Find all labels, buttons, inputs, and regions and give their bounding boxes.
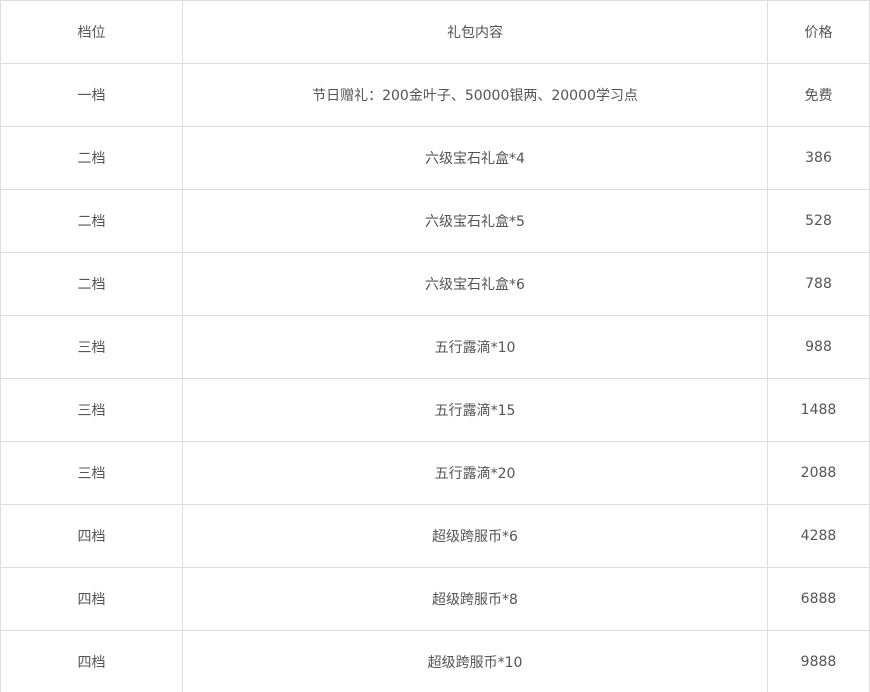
table-row: 一档 节日赠礼：200金叶子、50000银两、20000学习点 免费 [0,63,870,127]
price-cell: 6888 [767,567,870,631]
table-row: 二档 六级宝石礼盒*5 528 [0,189,870,253]
content-cell: 五行露滴*10 [182,315,768,379]
price-cell: 9888 [767,630,870,692]
table-header-row: 档位 礼包内容 价格 [0,0,870,64]
content-cell: 超级跨服币*8 [182,567,768,631]
price-cell: 788 [767,252,870,316]
table-row: 四档 超级跨服币*10 9888 [0,630,870,692]
content-cell: 超级跨服币*10 [182,630,768,692]
content-cell: 节日赠礼：200金叶子、50000银两、20000学习点 [182,63,768,127]
content-cell: 超级跨服币*6 [182,504,768,568]
price-cell: 4288 [767,504,870,568]
content-cell: 六级宝石礼盒*5 [182,189,768,253]
table-row: 四档 超级跨服币*8 6888 [0,567,870,631]
gift-package-table: 档位 礼包内容 价格 一档 节日赠礼：200金叶子、50000银两、20000学… [0,0,870,692]
tier-cell: 四档 [0,567,183,631]
content-cell: 五行露滴*15 [182,378,768,442]
price-cell: 988 [767,315,870,379]
price-cell: 2088 [767,441,870,505]
table-row: 三档 五行露滴*20 2088 [0,441,870,505]
tier-cell: 三档 [0,441,183,505]
price-cell: 免费 [767,63,870,127]
price-cell: 386 [767,126,870,190]
content-cell: 五行露滴*20 [182,441,768,505]
tier-cell: 二档 [0,252,183,316]
tier-cell: 二档 [0,126,183,190]
content-cell: 六级宝石礼盒*4 [182,126,768,190]
content-cell: 六级宝石礼盒*6 [182,252,768,316]
header-content: 礼包内容 [182,0,768,64]
header-tier: 档位 [0,0,183,64]
table-row: 二档 六级宝石礼盒*6 788 [0,252,870,316]
tier-cell: 四档 [0,504,183,568]
tier-cell: 一档 [0,63,183,127]
tier-cell: 二档 [0,189,183,253]
table-row: 三档 五行露滴*15 1488 [0,378,870,442]
tier-cell: 三档 [0,378,183,442]
tier-cell: 四档 [0,630,183,692]
tier-cell: 三档 [0,315,183,379]
price-cell: 528 [767,189,870,253]
table-row: 四档 超级跨服币*6 4288 [0,504,870,568]
header-price: 价格 [767,0,870,64]
table-row: 二档 六级宝石礼盒*4 386 [0,126,870,190]
table-row: 三档 五行露滴*10 988 [0,315,870,379]
price-cell: 1488 [767,378,870,442]
